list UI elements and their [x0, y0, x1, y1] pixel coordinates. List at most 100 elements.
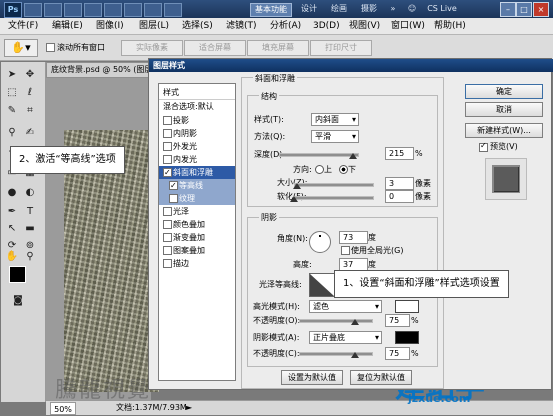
workspace-design[interactable]: 设计: [296, 3, 322, 15]
size-slider-track[interactable]: [294, 183, 374, 187]
highlight-opacity-handle[interactable]: [351, 319, 359, 325]
minimize-icon[interactable]: –: [500, 2, 516, 17]
scroll-all-windows-checkbox[interactable]: [46, 43, 55, 52]
style-item-checkbox[interactable]: [163, 220, 172, 229]
set-default-button[interactable]: 设置为默认值: [281, 370, 343, 385]
new-style-button[interactable]: 新建样式(W)...: [465, 123, 543, 138]
document-tab[interactable]: 底纹背景.psd @ 50% (图层: [46, 62, 162, 78]
size-field[interactable]: 3: [385, 177, 414, 190]
bevel-method-select[interactable]: 平滑: [311, 130, 359, 143]
workspace-essentials[interactable]: 基本功能: [250, 3, 292, 17]
style-item-checkbox[interactable]: [169, 179, 178, 192]
reset-default-button[interactable]: 复位为默认值: [350, 370, 412, 385]
style-item[interactable]: 颜色叠加: [159, 218, 235, 231]
hand-tool-icon[interactable]: ✋: [5, 250, 19, 263]
highlight-opacity-slider[interactable]: [299, 319, 373, 323]
cancel-button[interactable]: 取消: [465, 102, 543, 117]
style-item[interactable]: 投影: [159, 114, 235, 127]
minibridge-icon[interactable]: [44, 3, 62, 17]
zoom-tool-icon[interactable]: [104, 3, 122, 17]
crop-tool-icon[interactable]: ⌗: [23, 104, 37, 117]
style-item[interactable]: 光泽: [159, 205, 235, 218]
soften-slider-track[interactable]: [294, 196, 374, 200]
bridge-icon[interactable]: [24, 3, 42, 17]
menu-filter[interactable]: 滤镜(T): [226, 20, 257, 32]
menu-view[interactable]: 视图(V): [349, 20, 380, 32]
style-item-checkbox[interactable]: [163, 207, 172, 216]
pen-tool-icon[interactable]: ✒: [5, 205, 19, 218]
global-light-checkbox[interactable]: [341, 246, 350, 255]
style-item-checkbox[interactable]: [163, 259, 172, 268]
direction-up-radio[interactable]: [315, 165, 324, 174]
menu-file[interactable]: 文件(F): [8, 20, 38, 32]
shadow-color-swatch[interactable]: [395, 331, 419, 344]
type-tool-icon[interactable]: T: [23, 205, 37, 218]
workspace-painting[interactable]: 绘画: [326, 3, 352, 15]
cslive-button[interactable]: CS Live: [420, 3, 464, 15]
menu-3d[interactable]: 3D(D): [313, 20, 340, 32]
fit-screen-button[interactable]: 适合屏幕: [184, 40, 246, 56]
style-item[interactable]: 图案叠加: [159, 244, 235, 257]
menu-layer[interactable]: 图层(L): [139, 20, 169, 32]
preview-checkbox[interactable]: ✓: [479, 141, 488, 152]
angle-field[interactable]: 73: [339, 231, 368, 244]
menu-analysis[interactable]: 分析(A): [270, 20, 301, 32]
style-item-checkbox[interactable]: [163, 116, 172, 125]
shadow-opacity-handle[interactable]: [351, 352, 359, 358]
menu-image[interactable]: 图像(I): [96, 20, 124, 32]
zoom-tool-icon-box[interactable]: ⚲: [23, 250, 37, 263]
gloss-contour-picker[interactable]: [309, 273, 335, 297]
style-item-checkbox[interactable]: [163, 155, 172, 164]
ok-button[interactable]: 确定: [465, 84, 543, 99]
eyedropper-icon[interactable]: ⚲: [5, 126, 19, 139]
maximize-icon[interactable]: □: [516, 2, 532, 17]
arrange-documents-icon[interactable]: [144, 3, 162, 17]
style-item-checkbox[interactable]: [163, 166, 172, 179]
shadow-opacity-slider[interactable]: [299, 352, 373, 356]
status-arrow-icon[interactable]: ►: [186, 401, 192, 414]
bevel-style-select[interactable]: 内斜面: [311, 113, 359, 126]
menu-edit[interactable]: 编辑(E): [52, 20, 83, 32]
style-item-checkbox[interactable]: [163, 246, 172, 255]
blur-tool-icon[interactable]: ●: [5, 186, 19, 199]
close-icon[interactable]: ×: [533, 2, 549, 17]
depth-field[interactable]: 215: [385, 147, 414, 160]
hand-tool-preset-icon[interactable]: ✋▾: [4, 39, 38, 57]
style-item[interactable]: 内发光: [159, 153, 235, 166]
lasso-tool-icon[interactable]: ℓ: [23, 86, 37, 99]
style-item-checkbox[interactable]: [163, 142, 172, 151]
rotate-view-icon[interactable]: [124, 3, 142, 17]
style-item[interactable]: 纹理: [159, 192, 235, 205]
fill-screen-button[interactable]: 填充屏幕: [247, 40, 309, 56]
style-item[interactable]: 等高线: [159, 179, 235, 192]
soften-field[interactable]: 0: [385, 190, 414, 203]
style-list-header[interactable]: 样式: [159, 86, 235, 100]
menu-select[interactable]: 选择(S): [182, 20, 213, 32]
actual-pixels-button[interactable]: 实际像素: [121, 40, 183, 56]
highlight-color-swatch[interactable]: [395, 300, 419, 313]
move-arrow-icon[interactable]: ✥: [23, 68, 37, 81]
style-item[interactable]: 渐变叠加: [159, 231, 235, 244]
screen-mode-icon[interactable]: [164, 3, 182, 17]
direction-down-radio[interactable]: [339, 165, 348, 174]
depth-slider-handle[interactable]: [349, 153, 357, 159]
style-item-checkbox[interactable]: [163, 129, 172, 138]
print-size-button[interactable]: 打印尺寸: [310, 40, 372, 56]
path-select-icon[interactable]: ↖: [5, 222, 19, 235]
blend-options-item[interactable]: 混合选项:默认: [159, 100, 235, 113]
highlight-opacity-field[interactable]: 75: [385, 314, 410, 327]
menu-help[interactable]: 帮助(H): [434, 20, 466, 32]
style-item[interactable]: 外发光: [159, 140, 235, 153]
workspace-more-icon[interactable]: »: [388, 3, 398, 15]
quick-select-icon[interactable]: ✎: [5, 104, 19, 117]
hand-tool-icon[interactable]: [84, 3, 102, 17]
shadow-mode-select[interactable]: 正片叠底: [309, 331, 382, 344]
soften-slider-handle[interactable]: [290, 196, 298, 202]
marquee-tool-icon[interactable]: ⬚: [5, 86, 19, 99]
style-item[interactable]: 斜面和浮雕: [159, 166, 235, 179]
brush-tool-icon[interactable]: ✍: [23, 126, 37, 139]
zoom-level-icon[interactable]: [64, 3, 82, 17]
shape-tool-icon[interactable]: ▬: [23, 222, 37, 235]
angle-dial[interactable]: [309, 231, 331, 253]
workspace-photography[interactable]: 摄影: [356, 3, 382, 15]
